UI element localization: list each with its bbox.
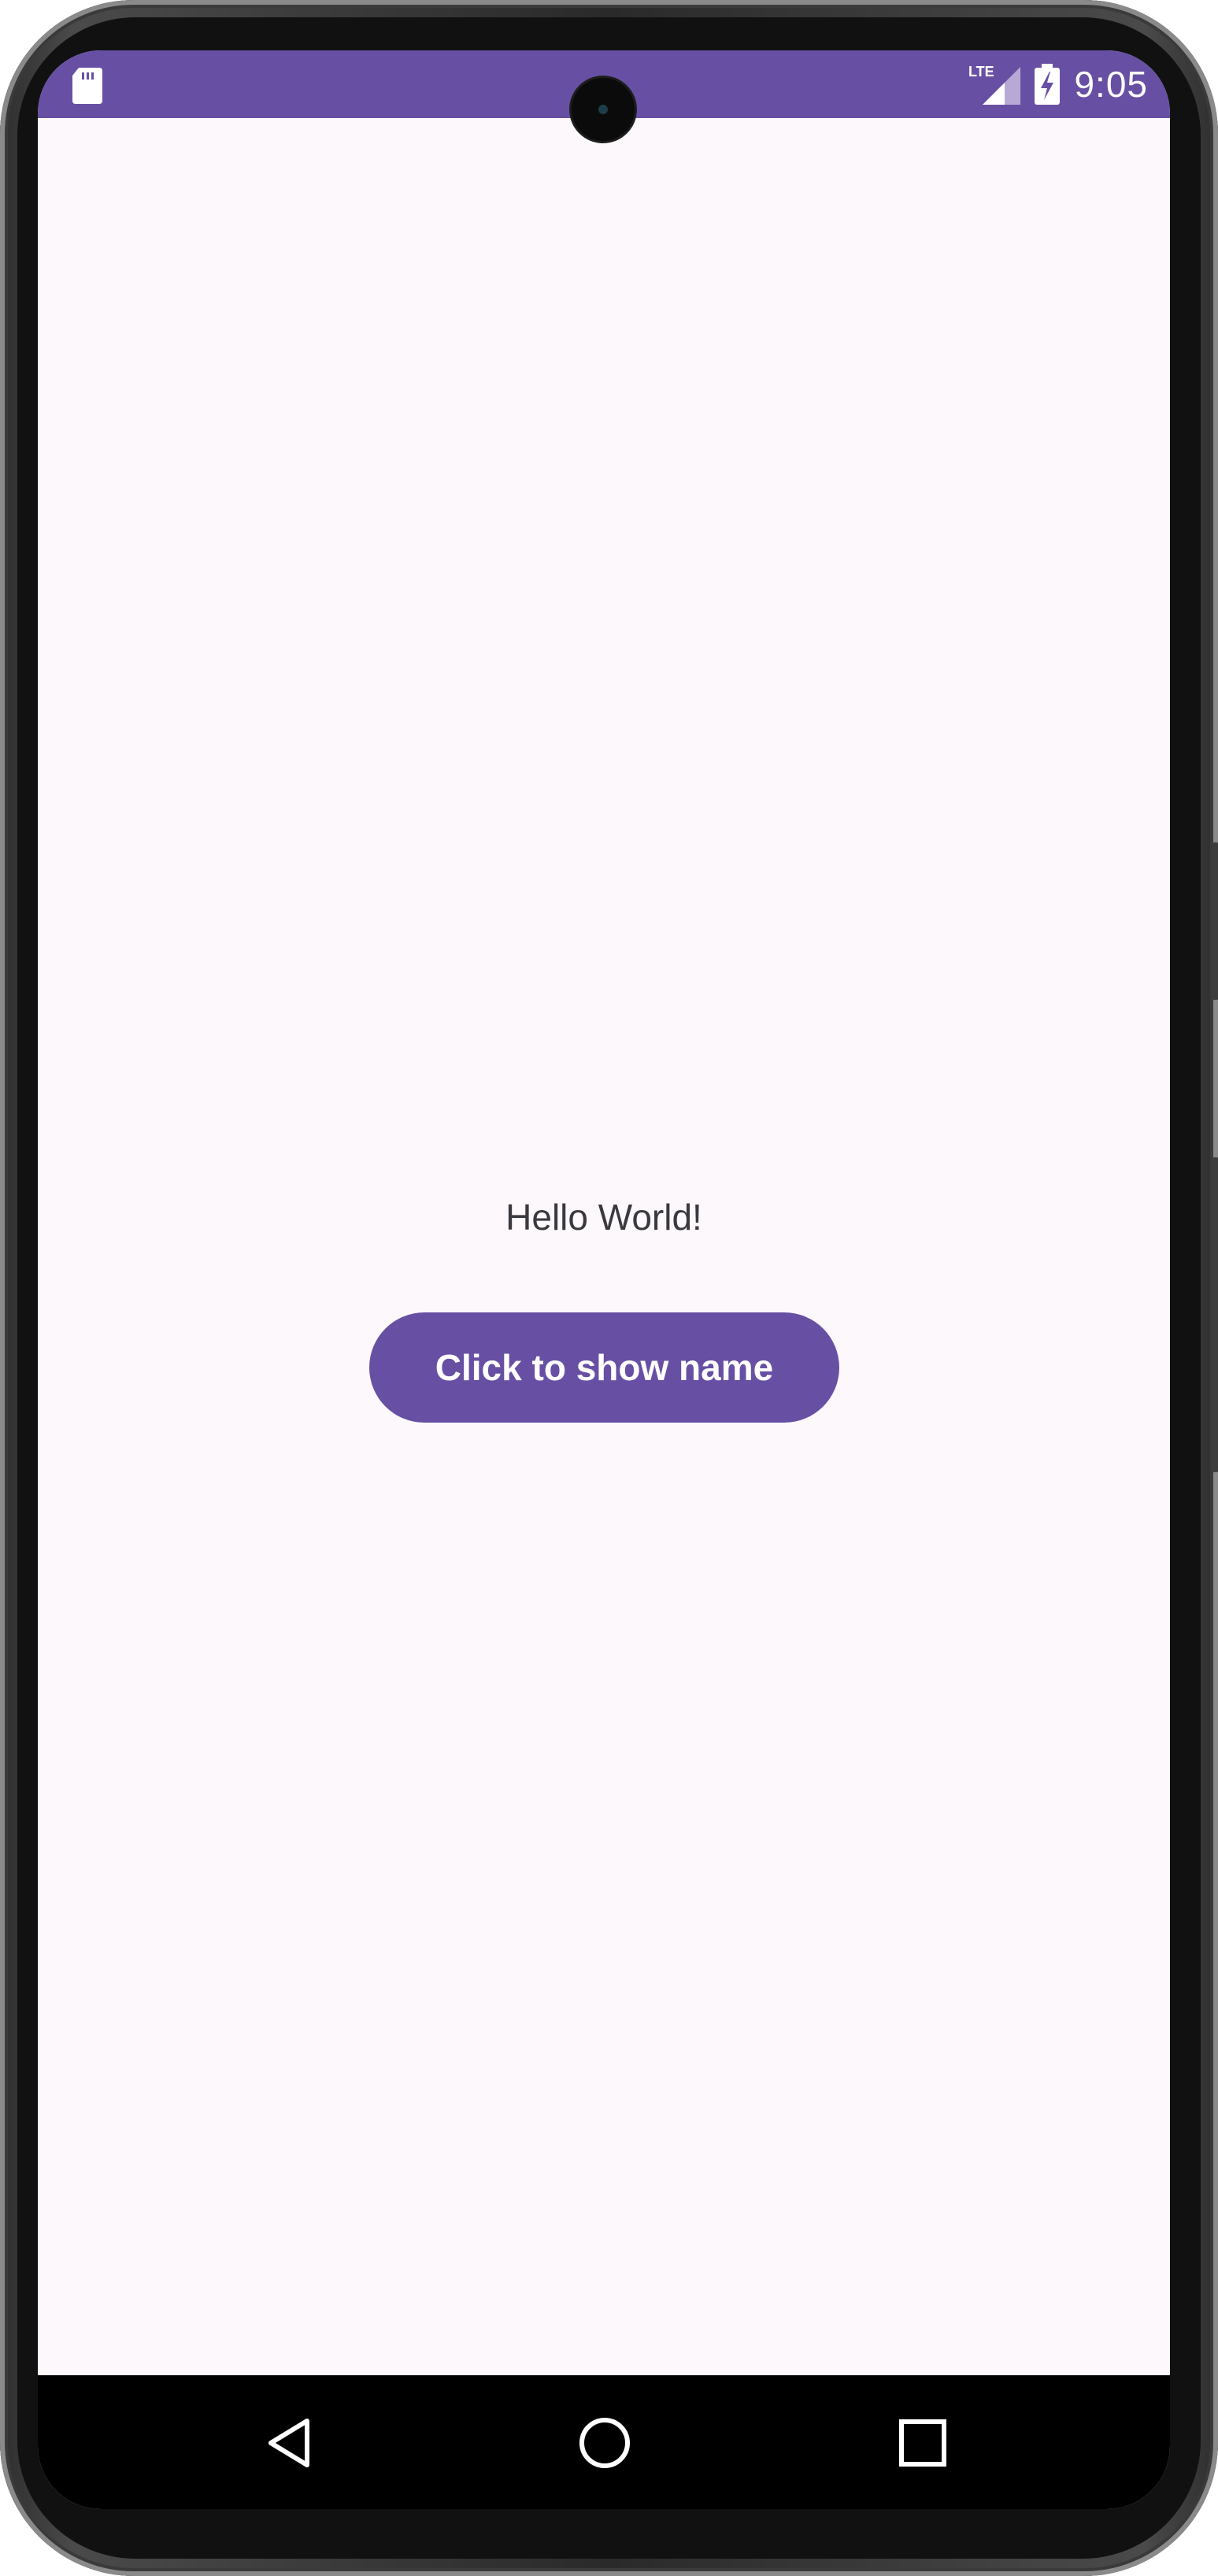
front-camera: [572, 78, 635, 141]
sd-card-icon: [72, 68, 102, 104]
network-label: LTE: [968, 64, 994, 80]
status-icons: LTE 9:05: [968, 58, 1148, 110]
battery-charging-icon: [1035, 64, 1061, 105]
phone-frame: LTE 9:05 Hello World! Click to show name: [0, 0, 1218, 2576]
greeting-text: Hello World!: [505, 1197, 702, 1238]
power-button: [1212, 1157, 1218, 1472]
navigation-bar: [38, 2375, 1170, 2509]
volume-button: [1212, 842, 1218, 1000]
back-icon[interactable]: [261, 2415, 318, 2471]
status-clock: 9:05: [1074, 64, 1148, 105]
home-icon[interactable]: [576, 2415, 633, 2471]
lte-signal-icon: LTE: [968, 64, 1021, 105]
recents-icon[interactable]: [894, 2415, 951, 2471]
screen: LTE 9:05 Hello World! Click to show name: [38, 50, 1170, 2509]
show-name-button[interactable]: Click to show name: [369, 1312, 839, 1423]
